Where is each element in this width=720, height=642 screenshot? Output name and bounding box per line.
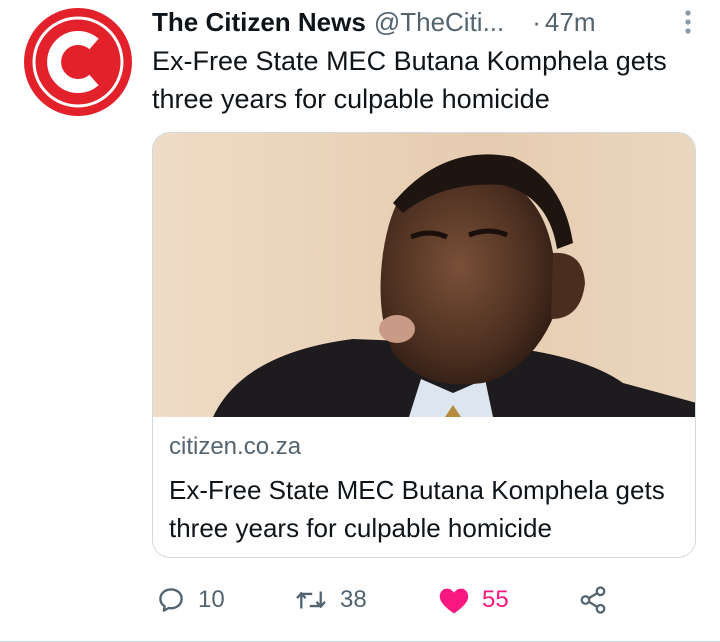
card-image[interactable] <box>153 133 696 417</box>
share-button[interactable] <box>578 580 608 620</box>
account-handle[interactable]: @TheCiti... <box>374 7 504 38</box>
action-bar: 10 38 55 <box>152 580 692 620</box>
like-button[interactable]: 55 <box>438 580 509 620</box>
reply-count: 10 <box>198 586 225 613</box>
card-title[interactable]: Ex-Free State MEC Butana Komphela gets t… <box>169 471 689 547</box>
tweet-text: Ex-Free State MEC Butana Komphela gets t… <box>152 46 667 114</box>
like-count: 55 <box>482 586 509 613</box>
card-domain: citizen.co.za <box>169 433 302 460</box>
more-options-button[interactable] <box>682 8 694 36</box>
avatar[interactable] <box>24 8 132 116</box>
like-icon <box>439 588 469 614</box>
account-name[interactable]: The Citizen News <box>152 7 366 38</box>
link-card[interactable]: citizen.co.za Ex-Free State MEC Butana K… <box>152 132 696 558</box>
timestamp[interactable]: 47m <box>545 7 596 38</box>
retweet-button[interactable]: 38 <box>294 580 367 620</box>
reply-icon <box>159 588 183 612</box>
share-icon <box>580 586 606 614</box>
tweet[interactable]: The Citizen News @TheCiti... · 47m Ex-Fr… <box>0 0 720 642</box>
reply-button[interactable]: 10 <box>156 580 225 620</box>
citizen-logo-icon <box>26 10 130 114</box>
tweet-header: The Citizen News @TheCiti... · 47m <box>152 4 694 40</box>
retweet-count: 38 <box>340 586 367 613</box>
retweet-icon <box>296 591 326 609</box>
more-icon <box>685 10 691 34</box>
separator-dot: · <box>532 6 541 37</box>
